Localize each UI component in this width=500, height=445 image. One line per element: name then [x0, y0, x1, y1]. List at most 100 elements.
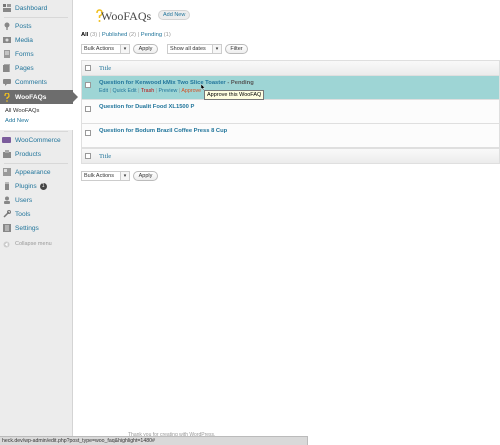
preview-link[interactable]: Preview: [159, 88, 178, 94]
menu-label: Pages: [15, 64, 34, 72]
question-icon: [2, 92, 11, 102]
menu-label: WooFAQs: [15, 93, 47, 101]
status-filter-links: All (3) | Published (2) | Pending (1): [81, 32, 171, 38]
page-title: WooFAQs: [101, 9, 152, 23]
approve-link[interactable]: Approve: [181, 88, 201, 94]
woocommerce-icon: [2, 136, 11, 145]
pages-icon: [2, 64, 11, 73]
menu-label: Posts: [15, 22, 32, 30]
menu-label: Appearance: [15, 168, 51, 176]
quick-edit-link[interactable]: Quick Edit: [112, 88, 136, 94]
dates-select[interactable]: Show all dates ▾: [167, 44, 222, 54]
menu-label: Dashboard: [15, 4, 48, 12]
woofaqs-submenu: All WooFAQs Add New: [0, 104, 73, 130]
products-icon: [2, 150, 11, 159]
collapse-icon: [2, 240, 11, 249]
row-title-link[interactable]: Question for Bodum Brazil Coffee Press 8…: [99, 128, 227, 134]
menu-label: Users: [15, 196, 33, 204]
table-header: Title: [82, 61, 499, 76]
menu-label: WooCommerce: [15, 136, 61, 144]
apply-button-top[interactable]: Apply: [133, 44, 158, 54]
collapse-menu-button[interactable]: Collapse menu: [0, 237, 73, 251]
menu-separator: [4, 163, 68, 164]
menu-tools[interactable]: Tools: [0, 207, 73, 221]
column-title-header[interactable]: Title: [99, 65, 111, 72]
comments-icon: [2, 78, 11, 87]
menu-forms[interactable]: Forms: [0, 47, 73, 61]
dates-value: Show all dates: [170, 46, 206, 52]
bulk-actions-select-top[interactable]: Bulk Actions ▾: [81, 44, 130, 54]
filter-button[interactable]: Filter: [225, 44, 248, 54]
edit-link[interactable]: Edit: [99, 88, 108, 94]
menu-products[interactable]: Products: [0, 147, 73, 161]
menu-label: Forms: [15, 50, 34, 58]
menu-label: Settings: [15, 224, 39, 232]
menu-posts[interactable]: Posts: [0, 19, 73, 33]
bulk-actions-value: Bulk Actions: [84, 173, 114, 179]
select-all-checkbox[interactable]: [85, 65, 91, 71]
submenu-add-new[interactable]: Add New: [5, 118, 29, 124]
row-checkbox[interactable]: [85, 130, 91, 136]
tools-icon: [2, 210, 11, 219]
menu-separator: [4, 17, 68, 18]
row-title-link[interactable]: Question for Dualit Food XL1500 P: [99, 104, 194, 110]
plugins-update-badge: 1: [39, 182, 47, 190]
table-row: Question for Kenwood kMix Two Slice Toas…: [82, 76, 499, 100]
menu-plugins[interactable]: Plugins 1: [0, 179, 73, 193]
chevron-down-icon: ▾: [212, 45, 221, 53]
row-checkbox[interactable]: [85, 106, 91, 112]
active-arrow-icon: [73, 92, 78, 102]
submenu-all-woofaqs[interactable]: All WooFAQs: [5, 108, 39, 114]
menu-media[interactable]: Media: [0, 33, 73, 47]
filter-published-link[interactable]: Published: [102, 32, 127, 38]
menu-woocommerce[interactable]: WooCommerce: [0, 133, 73, 147]
select-all-checkbox-bottom[interactable]: [85, 153, 91, 159]
row-checkbox[interactable]: [85, 82, 91, 88]
approve-tooltip: Approve this WooFAQ: [204, 90, 265, 100]
all-count: (3): [90, 32, 98, 38]
menu-woofaqs[interactable]: WooFAQs: [0, 90, 78, 104]
menu-appearance[interactable]: Appearance: [0, 165, 73, 179]
menu-dashboard[interactable]: Dashboard: [0, 1, 73, 15]
dashboard-icon: [2, 4, 11, 13]
pin-icon: [2, 22, 11, 31]
pending-count: (1): [163, 32, 171, 38]
published-count: (2): [128, 32, 137, 38]
menu-label: Plugins: [15, 182, 37, 190]
appearance-icon: [2, 168, 11, 177]
menu-label: Media: [15, 36, 33, 44]
settings-icon: [2, 224, 11, 233]
menu-label: Tools: [15, 210, 31, 218]
collapse-label: Collapse menu: [15, 241, 52, 247]
menu-label: Products: [15, 150, 42, 158]
row-title: Question for Kenwood kMix Two Slice Toas…: [99, 80, 254, 86]
trash-link[interactable]: Trash: [141, 88, 154, 94]
plugins-icon: [2, 182, 11, 191]
admin-sidebar: Dashboard Posts Media Forms Pages Commen…: [0, 0, 78, 445]
menu-label: Comments: [15, 78, 47, 86]
menu-comments[interactable]: Comments: [0, 75, 73, 89]
column-title-footer[interactable]: Title: [99, 153, 111, 160]
filter-all-link[interactable]: All: [81, 32, 88, 38]
table-row: Question for Dualit Food XL1500 P: [82, 100, 499, 124]
menu-pages[interactable]: Pages: [0, 61, 73, 75]
filter-pending-link[interactable]: Pending: [141, 32, 162, 38]
chevron-down-icon: ▾: [120, 45, 129, 53]
table-row: Question for Bodum Brazil Coffee Press 8…: [82, 124, 499, 148]
bulk-actions-value: Bulk Actions: [84, 46, 114, 52]
bulk-actions-select-bottom[interactable]: Bulk Actions ▾: [81, 171, 130, 181]
users-icon: [2, 196, 11, 205]
row-title-link[interactable]: Question for Kenwood kMix Two Slice Toas…: [99, 80, 226, 86]
media-icon: [2, 36, 11, 45]
forms-icon: [2, 50, 11, 59]
chevron-down-icon: ▾: [120, 172, 129, 180]
table-footer: Title: [82, 148, 499, 163]
row-status: - Pending: [227, 80, 254, 86]
menu-users[interactable]: Users: [0, 193, 73, 207]
woofaqs-table: Title Question for Kenwood kMix Two Slic…: [81, 60, 500, 164]
menu-settings[interactable]: Settings: [0, 221, 73, 235]
apply-button-bottom[interactable]: Apply: [133, 171, 158, 181]
add-new-button[interactable]: Add New: [158, 10, 191, 20]
menu-separator: [4, 131, 68, 132]
browser-status-bar: heck.dev/wp-admin/edit.php?post_type=woo…: [0, 436, 308, 445]
